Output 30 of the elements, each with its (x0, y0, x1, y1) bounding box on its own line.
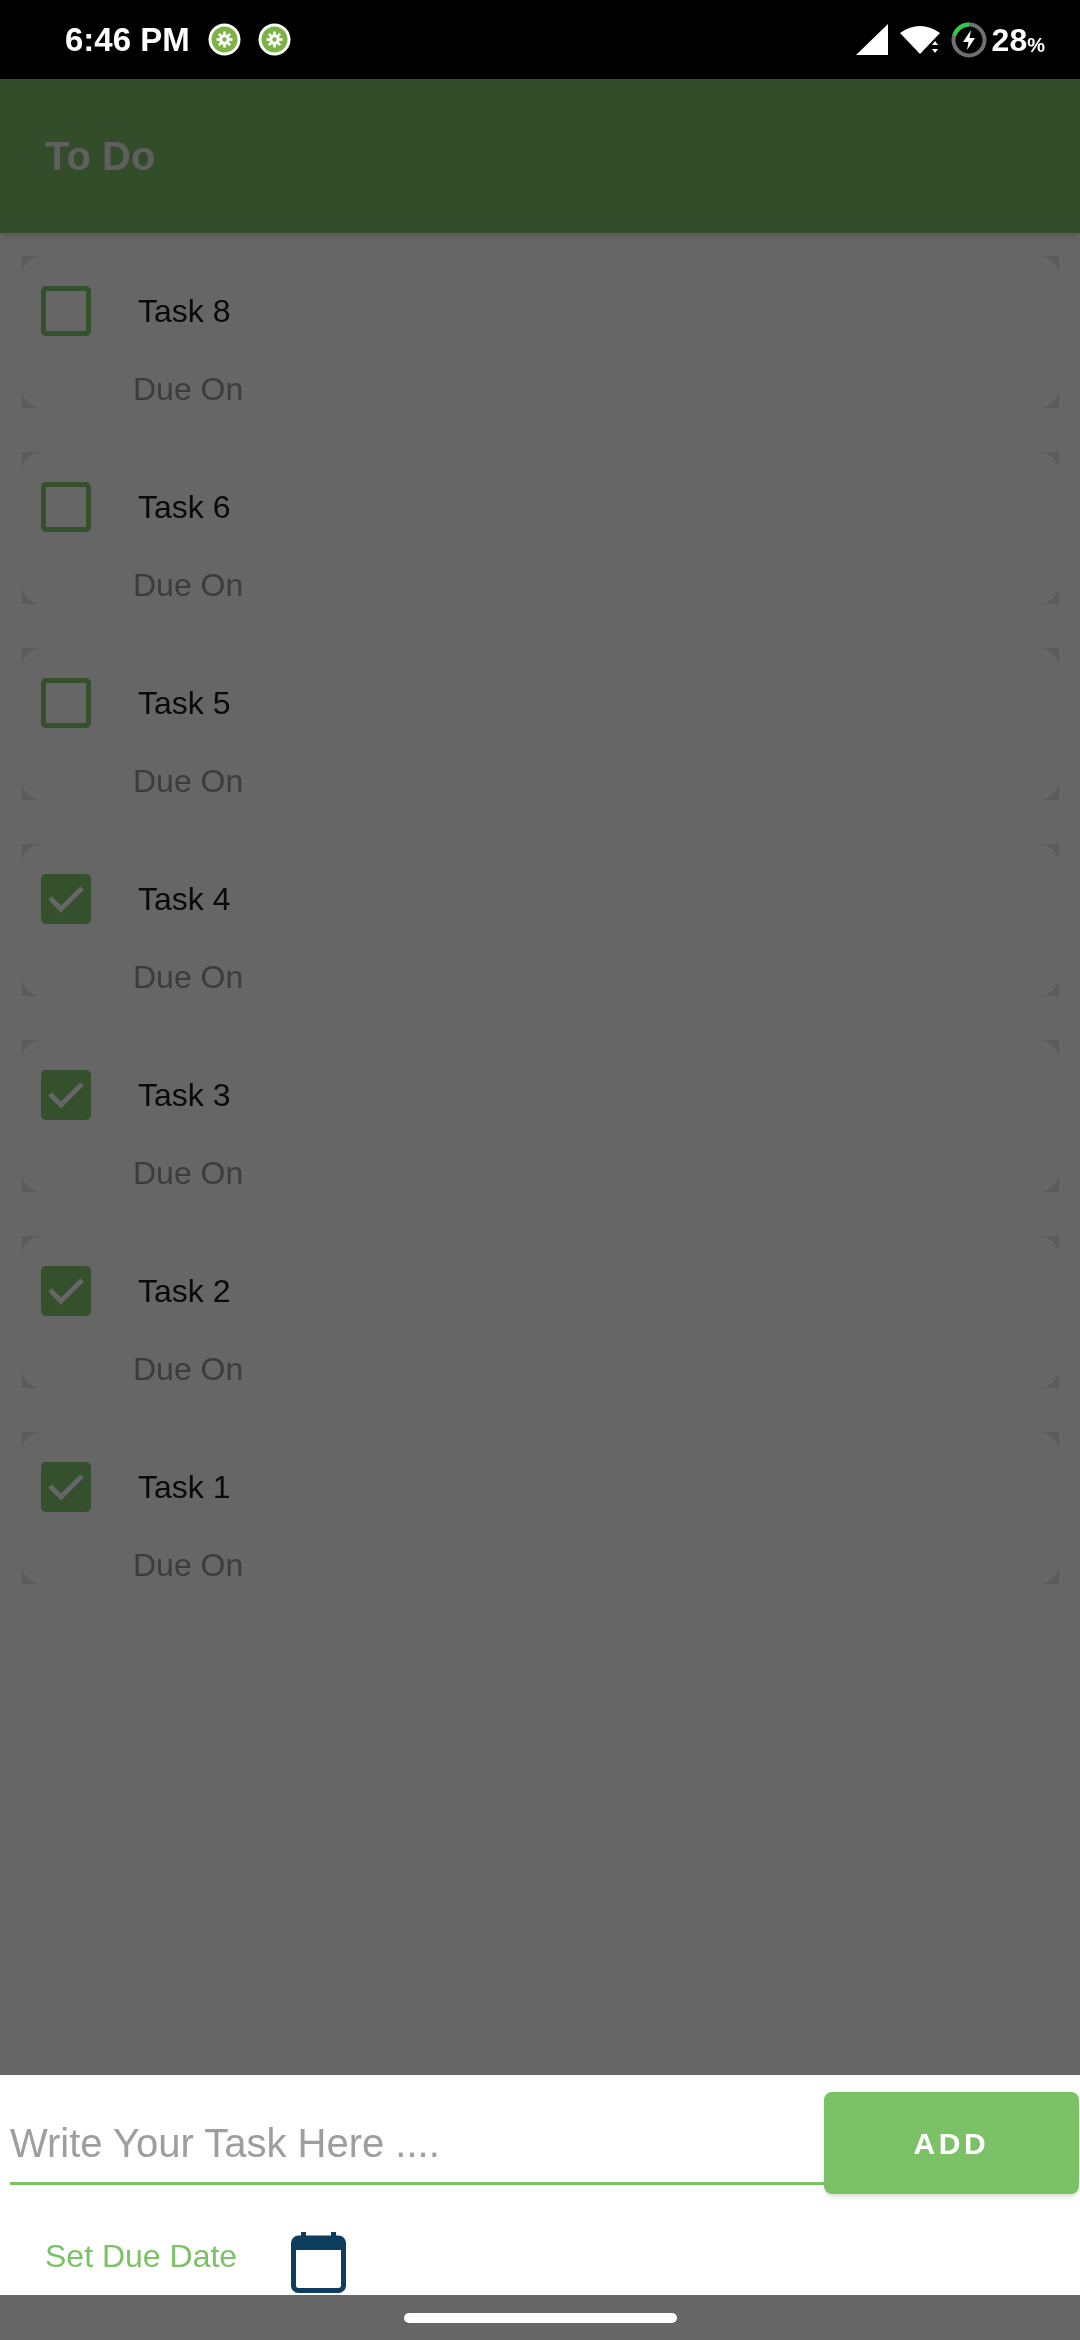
gear-icon (257, 23, 291, 56)
checkbox[interactable] (41, 874, 91, 924)
task-title: Task 5 (138, 684, 231, 723)
checkbox[interactable] (41, 482, 91, 532)
task-title: Task 8 (138, 292, 231, 331)
checkmark-icon (47, 1081, 85, 1109)
task-title: Task 6 (138, 488, 231, 527)
battery-charging-icon (950, 21, 987, 58)
checkmark-icon (47, 1473, 85, 1501)
checkmark-icon (47, 885, 85, 913)
battery-percent: 28 (991, 23, 1028, 56)
checkbox[interactable] (41, 286, 91, 336)
wifi-icon (899, 24, 940, 55)
calendar-icon[interactable] (291, 2232, 347, 2293)
checkbox[interactable] (41, 1462, 91, 1512)
checkbox[interactable] (41, 1070, 91, 1120)
task-title: Task 2 (138, 1272, 231, 1311)
add-button[interactable]: ADD (824, 2092, 1079, 2194)
checkbox[interactable] (41, 1266, 91, 1316)
checkbox[interactable] (41, 678, 91, 728)
task-title: Task 3 (138, 1076, 231, 1115)
set-due-date-button[interactable]: Set Due Date (45, 2236, 238, 2276)
task-title: Task 1 (138, 1468, 231, 1507)
home-indicator[interactable] (403, 2312, 677, 2323)
signal-icon (855, 24, 888, 55)
task-title: Task 4 (138, 880, 231, 919)
battery-percent-unit: % (1027, 35, 1045, 55)
gear-icon (207, 23, 241, 56)
status-time: 6:46 PM (65, 23, 190, 56)
checkmark-icon (47, 1277, 85, 1305)
